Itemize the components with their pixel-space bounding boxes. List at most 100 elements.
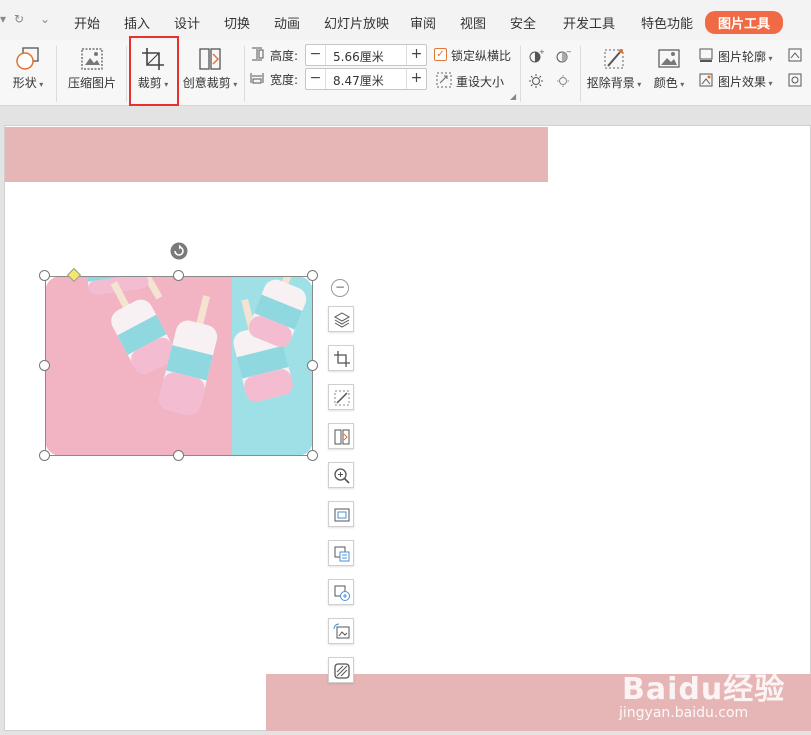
- svg-text:+: +: [539, 48, 544, 56]
- dialog-launcher-icon[interactable]: ◢: [510, 92, 516, 101]
- height-value[interactable]: 5.66厘米: [333, 48, 384, 65]
- height-increase-button[interactable]: +: [406, 45, 426, 65]
- redo-icon[interactable]: ↻: [14, 12, 24, 26]
- tab-picture-tools[interactable]: 图片工具: [705, 11, 784, 34]
- width-value[interactable]: 8.47厘米: [333, 72, 384, 89]
- remove-bg-icon: [334, 390, 350, 406]
- divider: [580, 46, 581, 102]
- width-label: 宽度:: [270, 73, 299, 87]
- remove-background-icon: [604, 49, 624, 69]
- layers-icon: [333, 312, 351, 328]
- tab-animation[interactable]: 动画: [274, 13, 300, 32]
- increase-brightness-icon[interactable]: [528, 73, 544, 89]
- svg-text:−: −: [566, 48, 571, 56]
- slide-decoration-top-bar: [5, 127, 548, 182]
- compress-picture-icon: [81, 48, 103, 70]
- tab-home[interactable]: 开始: [74, 13, 100, 32]
- quick-access-dropdown-icon[interactable]: ▾: [0, 12, 6, 26]
- width-increase-button[interactable]: +: [406, 69, 426, 89]
- lock-ratio-checkbox[interactable]: ✓: [434, 48, 447, 61]
- reset-size-label[interactable]: 重设大小: [456, 73, 504, 90]
- watermark-url: jingyan.baidu.com: [619, 705, 749, 721]
- resize-handle-bottom-right[interactable]: [307, 450, 318, 461]
- creative-crop-icon: [199, 48, 221, 70]
- resize-handle-top-right[interactable]: [307, 270, 318, 281]
- remove-background-tool-button[interactable]: [328, 384, 354, 410]
- height-icon: [252, 47, 264, 61]
- resize-handle-top[interactable]: [173, 270, 184, 281]
- divider: [244, 46, 245, 102]
- divider: [520, 46, 521, 102]
- chevron-down-icon: ▾: [36, 80, 44, 89]
- resize-handle-top-left[interactable]: [39, 270, 50, 281]
- compress-picture-label: 压缩图片: [67, 76, 116, 90]
- picture-effects-icon[interactable]: [698, 72, 714, 88]
- creative-crop-tool-button[interactable]: [328, 423, 354, 449]
- image-to-text-button[interactable]: [328, 540, 354, 566]
- creative-crop-icon: [334, 429, 350, 445]
- selection-border: [45, 276, 313, 456]
- shape-label: 形状: [12, 76, 37, 90]
- layers-button[interactable]: [328, 306, 354, 332]
- width-decrease-button[interactable]: −: [306, 69, 326, 89]
- baidu-jingyan-watermark-logo: Baidu经验: [622, 672, 786, 707]
- crop-tool-button[interactable]: [328, 345, 354, 371]
- resize-handle-bottom-left[interactable]: [39, 450, 50, 461]
- tab-design[interactable]: 设计: [174, 13, 200, 32]
- shape-button[interactable]: 形状 ▾: [8, 46, 48, 91]
- tab-view[interactable]: 视图: [460, 13, 486, 32]
- fit-picture-button[interactable]: [328, 501, 354, 527]
- creative-crop-button[interactable]: 创意裁剪 ▾: [180, 46, 240, 91]
- tab-developer[interactable]: 开发工具: [563, 13, 615, 32]
- color-label: 颜色: [653, 76, 678, 90]
- chevron-down-icon: ▾: [766, 79, 773, 88]
- shape-icon: [16, 47, 39, 70]
- picture-effects-label[interactable]: 图片效果 ▾: [718, 73, 773, 90]
- divider: [126, 46, 127, 102]
- menu-bar: ▾ ↻ ⌄ 开始 插入 设计 切换 动画 幻灯片放映 审阅 视图 安全 开发工具…: [0, 0, 811, 40]
- height-decrease-button[interactable]: −: [306, 45, 326, 65]
- decrease-contrast-icon[interactable]: −: [555, 48, 571, 64]
- replace-image-button[interactable]: [328, 618, 354, 644]
- image-to-text-icon: [334, 546, 350, 562]
- ribbon: 形状 ▾ 压缩图片 裁剪 ▾ 创意裁剪 ▾ 高度: − 5.66厘米 + 宽度:…: [0, 40, 811, 106]
- image-translate-button[interactable]: [328, 579, 354, 605]
- more-tools-icon[interactable]: [787, 47, 803, 63]
- color-button[interactable]: 颜色 ▾: [650, 46, 688, 91]
- picture-outline-label[interactable]: 图片轮廓 ▾: [718, 48, 773, 65]
- chevron-down-icon: ▾: [677, 80, 685, 89]
- tab-review[interactable]: 审阅: [410, 13, 436, 32]
- resize-handle-right[interactable]: [307, 360, 318, 371]
- tab-transition[interactable]: 切换: [224, 13, 250, 32]
- tab-slideshow[interactable]: 幻灯片放映: [324, 13, 389, 32]
- height-stepper[interactable]: − 5.66厘米 +: [305, 44, 427, 66]
- picture-style-button[interactable]: [328, 657, 354, 683]
- replace-image-icon: [333, 623, 350, 639]
- image-translate-icon: [334, 585, 350, 601]
- remove-background-button[interactable]: 抠除背景 ▾: [585, 46, 643, 91]
- resize-handle-bottom[interactable]: [173, 450, 184, 461]
- resize-handle-left[interactable]: [39, 360, 50, 371]
- divider: [56, 46, 57, 102]
- chevron-down-icon: ▾: [230, 80, 238, 89]
- tab-security[interactable]: 安全: [510, 13, 536, 32]
- creative-crop-label: 创意裁剪: [182, 76, 231, 90]
- height-label: 高度:: [270, 49, 299, 63]
- customize-quick-access-icon[interactable]: ⌄: [40, 12, 50, 26]
- increase-contrast-icon[interactable]: +: [528, 48, 544, 64]
- width-icon: [250, 73, 264, 84]
- zoom-button[interactable]: [328, 462, 354, 488]
- more-tools-icon[interactable]: [787, 72, 803, 88]
- picture-outline-icon[interactable]: [698, 47, 714, 63]
- tab-insert[interactable]: 插入: [124, 13, 150, 32]
- collapse-toolbar-button[interactable]: −: [331, 279, 349, 297]
- compress-picture-button[interactable]: 压缩图片: [64, 46, 120, 91]
- fit-icon: [334, 508, 350, 522]
- width-stepper[interactable]: − 8.47厘米 +: [305, 68, 427, 90]
- picture-style-icon: [334, 663, 350, 679]
- reset-size-icon[interactable]: [436, 72, 452, 88]
- remove-background-label: 抠除背景: [586, 76, 635, 90]
- tab-special-features[interactable]: 特色功能: [641, 13, 693, 32]
- decrease-brightness-icon[interactable]: [555, 73, 571, 89]
- rotate-handle-icon[interactable]: [170, 242, 188, 260]
